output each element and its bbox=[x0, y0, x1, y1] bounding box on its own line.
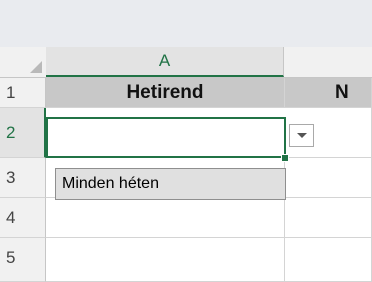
cell-b5[interactable] bbox=[285, 238, 372, 282]
row-header-4[interactable]: 4 bbox=[0, 198, 46, 238]
select-all-button[interactable] bbox=[0, 47, 47, 77]
dropdown-option[interactable]: Minden héten bbox=[56, 169, 285, 199]
row-header-3[interactable]: 3 bbox=[0, 158, 46, 198]
cell-b1[interactable]: N bbox=[285, 78, 372, 108]
cell-a5[interactable] bbox=[46, 238, 285, 282]
column-header-row: A bbox=[0, 47, 372, 78]
cell-b4[interactable] bbox=[285, 198, 372, 238]
cell-b3[interactable] bbox=[285, 158, 372, 198]
row-header-2[interactable]: 2 bbox=[0, 108, 46, 158]
dropdown-arrow-icon bbox=[297, 133, 307, 138]
fill-handle[interactable] bbox=[281, 154, 289, 162]
select-all-triangle-icon bbox=[30, 61, 42, 73]
row-header-1[interactable]: 1 bbox=[0, 78, 46, 108]
dropdown-button[interactable] bbox=[289, 124, 314, 147]
column-header-a[interactable]: A bbox=[46, 47, 284, 77]
column-header-b[interactable] bbox=[285, 47, 372, 77]
cell-a4[interactable] bbox=[46, 198, 285, 238]
cell-a1[interactable]: Hetirend bbox=[46, 78, 285, 108]
row-header-5[interactable]: 5 bbox=[0, 238, 46, 282]
dropdown-list: Minden héten bbox=[55, 168, 286, 200]
ribbon-area bbox=[0, 0, 372, 47]
active-cell-a2[interactable] bbox=[46, 117, 286, 158]
